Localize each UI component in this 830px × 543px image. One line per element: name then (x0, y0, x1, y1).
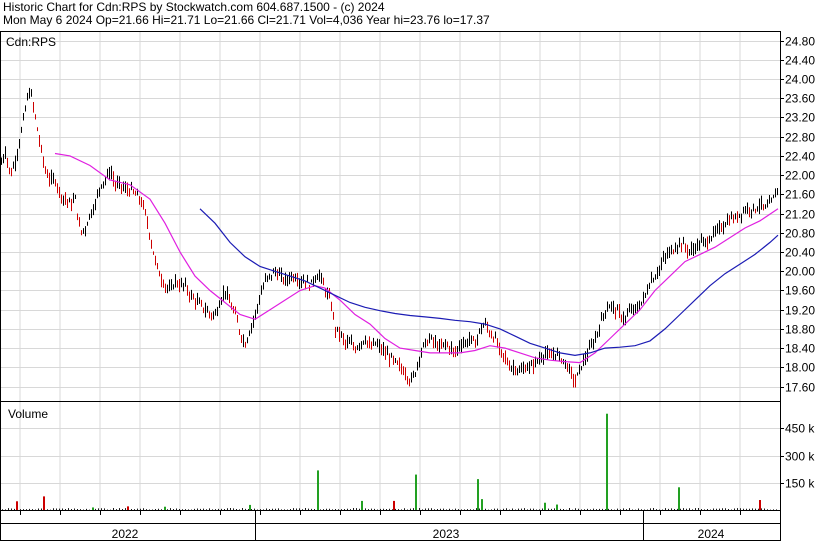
volume-label: Volume (8, 407, 48, 421)
volume-bar (556, 504, 558, 510)
price-tick-label: 19.20 (785, 304, 815, 318)
volume-bar (481, 499, 483, 510)
volume-bar (317, 470, 319, 510)
price-tick-label: 18.80 (785, 323, 815, 337)
price-grid (0, 31, 780, 401)
volume-bar (127, 506, 129, 510)
symbol-label: Cdn:RPS (6, 35, 56, 49)
ma-short-line (54, 152, 779, 364)
volume-bar (393, 500, 395, 510)
price-tick-label: 23.60 (785, 92, 815, 106)
volume-bar (759, 500, 761, 510)
price-tick-label: 22.00 (785, 169, 815, 183)
price-tick-label: 20.80 (785, 227, 815, 241)
price-tick-label: 18.00 (785, 361, 815, 375)
volume-bar (477, 479, 479, 510)
price-tick-label: 21.20 (785, 208, 815, 222)
price-tick-label: 18.40 (785, 342, 815, 356)
volume-bar (415, 474, 417, 510)
year-labels: 2022 2023 2024 (20, 510, 741, 541)
year-label: 2022 (112, 527, 139, 541)
volume-bar (606, 413, 608, 510)
volume-bar (164, 506, 166, 510)
volume-bar (249, 504, 251, 510)
volume-bar (544, 502, 546, 510)
volume-tick-label: 450 k (785, 422, 815, 436)
price-axis-ticks: 24.80 24.40 24.00 23.60 23.20 22.80 22.40 22.00… (780, 35, 815, 395)
price-tick-label: 17.60 (785, 381, 815, 395)
volume-bar (16, 501, 18, 510)
volume-bar (43, 496, 45, 510)
stock-chart: Cdn:RPS Volume 24.80 24.40 24.00 23.60 23.20… (0, 31, 815, 541)
price-panel-frame (0, 31, 781, 402)
price-tick-label: 22.40 (785, 150, 815, 164)
volume-bar (678, 487, 680, 510)
volume-bar (92, 507, 94, 510)
price-bars (1, 87, 778, 388)
price-tick-label: 24.00 (785, 73, 815, 87)
price-tick-label: 23.20 (785, 111, 815, 125)
volume-axis-ticks: 450 k 300 k 150 k (780, 422, 815, 491)
volume-tick-label: 150 k (785, 477, 815, 491)
price-tick-label: 20.40 (785, 246, 815, 260)
volume-grid (0, 401, 780, 510)
price-tick-label: 21.60 (785, 188, 815, 202)
volume-bar (361, 500, 363, 510)
price-tick-label: 20.00 (785, 265, 815, 279)
price-tick-label: 19.60 (785, 284, 815, 298)
volume-tick-label: 300 k (785, 450, 815, 464)
year-label: 2024 (698, 527, 725, 541)
price-tick-label: 22.80 (785, 131, 815, 145)
year-label: 2023 (433, 527, 460, 541)
price-tick-label: 24.40 (785, 54, 815, 68)
price-tick-label: 24.80 (785, 35, 815, 49)
